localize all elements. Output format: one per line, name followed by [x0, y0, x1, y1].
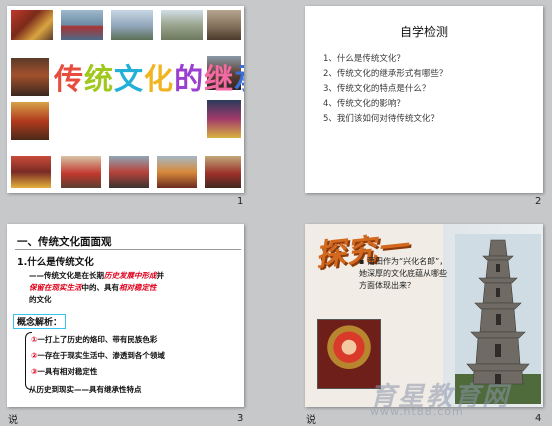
concept-item: ②一存在于现实生活中、渗透到各个领域 — [31, 350, 165, 361]
title-char: 文 — [114, 62, 145, 96]
list-item: 3、传统文化的特点是什么？ — [323, 84, 431, 94]
slide-1-thumbnail[interactable]: 传统文化的继承 — [7, 6, 244, 193]
slide-1-title: 传统文化的继承 — [54, 56, 244, 98]
photo-boat — [61, 10, 103, 40]
list-item: 4、传统文化的影响？ — [323, 99, 405, 109]
question-text: 莆田作为“兴化名郎”，她深厚的文化底蕴从哪些方面体现出来？ — [359, 257, 448, 290]
list-item: 2、传统文化的继承形式有哪些？ — [323, 69, 448, 79]
slide-3-heading: 一、传统文化面面观 — [17, 236, 112, 248]
slide-4-number: 4 — [535, 413, 542, 424]
photo-crowd-2 — [61, 156, 101, 188]
def-highlight: 相对稳定性 — [119, 283, 157, 292]
conclusion-text: 从历史到现实——具有继承性特点 — [29, 385, 142, 394]
photo-performer — [207, 100, 241, 138]
title-char: 传 — [54, 62, 85, 96]
def-highlight: 历史发展中形成 — [104, 271, 157, 280]
concept-label: 概念解析： — [13, 314, 67, 329]
title-char: 的 — [174, 62, 205, 96]
slide-3-number: 3 — [237, 413, 244, 424]
title-char: 继 — [204, 62, 235, 96]
list-item: 5、我们该如何对待传统文化？ — [323, 114, 439, 124]
title-char: 统 — [84, 62, 115, 96]
def-part: 中的、具有 — [81, 283, 120, 292]
slide-2-title: 自学检测 — [399, 25, 448, 39]
def-part: ——传统文化是在长期 — [29, 271, 104, 280]
definition-text: ——传统文化是在长期历史发展中形成并保留在现实生活中的、具有相对稳定性的文化 — [29, 270, 241, 306]
question-list: 1、什么是传统文化？ 2、传统文化的继承形式有哪些？ 3、传统文化的特点是什么？… — [323, 52, 447, 127]
photo-buildings — [111, 10, 153, 40]
photo-crowd-5 — [205, 156, 241, 188]
slide-3-note-mark: 说 — [8, 415, 18, 426]
slide-4-text: ▪ 莆田作为“兴化名郎”，她深厚的文化底蕴从哪些方面体现出来？ — [359, 257, 448, 290]
item-text: 一打上了历史的烙印、带有民族色彩 — [37, 335, 158, 344]
concept-item: ③一具有相对稳定性 — [31, 366, 97, 377]
slide-3-subheading: 1.什么是传统文化 — [17, 257, 94, 268]
slide-2-number: 2 — [535, 196, 542, 207]
def-highlight: 保留在现实生活 — [29, 283, 82, 292]
item-text: 一存在于现实生活中、渗透到各个领域 — [37, 351, 165, 360]
photo-crowd-4 — [157, 156, 197, 188]
title-char: 化 — [144, 62, 175, 96]
title-char: 承 — [234, 56, 244, 98]
concept-item: ①一打上了历史的烙印、带有民族色彩 — [31, 334, 157, 345]
photo-crowd-3 — [109, 156, 149, 188]
photo-crowd-1 — [11, 156, 51, 188]
slide-4-note-mark: 说 — [306, 415, 316, 426]
photo-parade — [11, 10, 53, 40]
def-part: 的文化 — [29, 295, 52, 304]
photo-temple-gate — [11, 58, 49, 96]
divider — [15, 249, 241, 250]
def-part: 并 — [156, 271, 165, 280]
slide-3-thumbnail[interactable]: 一、传统文化面面观 1.什么是传统文化 ——传统文化是在长期历史发展中形成并保留… — [7, 224, 244, 407]
photo-statue — [11, 102, 49, 140]
slide-1-number: 1 — [237, 196, 244, 207]
photo-village — [161, 10, 203, 40]
list-item: 1、什么是传统文化？ — [323, 54, 405, 64]
watermark-url: www.ht88.com — [370, 405, 464, 418]
photo-courtyard — [207, 10, 241, 40]
slide-2-thumbnail[interactable]: 自学检测 1、什么是传统文化？ 2、传统文化的继承形式有哪些？ 3、传统文化的特… — [305, 6, 543, 193]
item-text: 一具有相对稳定性 — [37, 367, 98, 376]
